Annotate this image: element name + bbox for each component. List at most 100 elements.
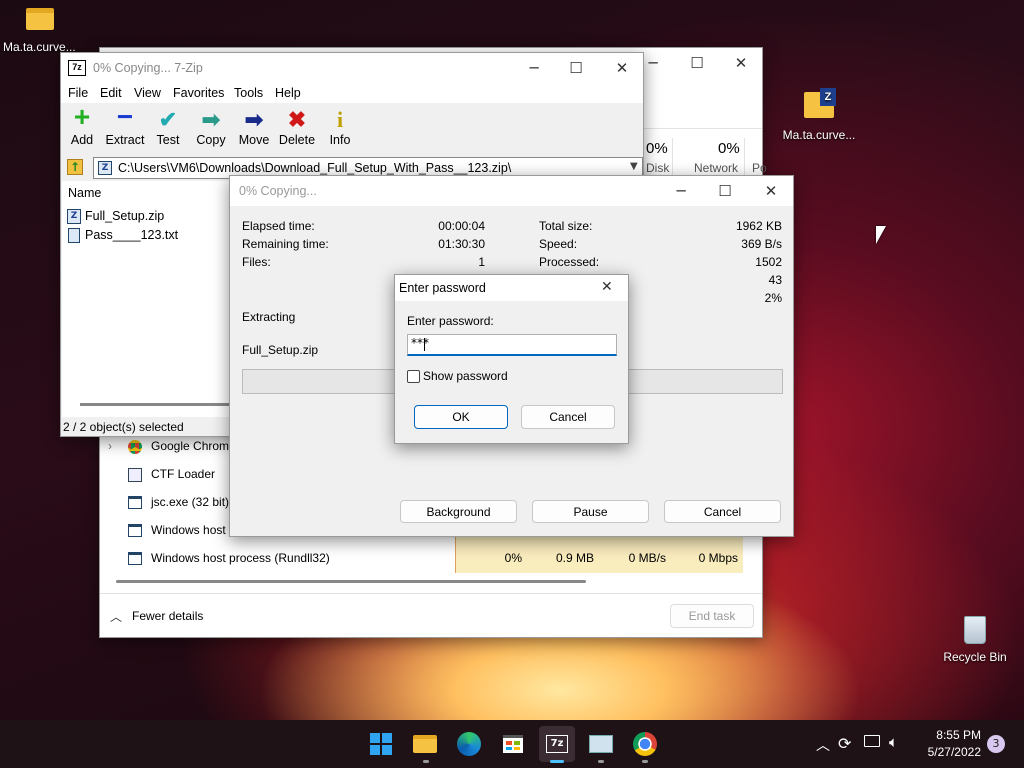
remaining-value: 01:30:30: [438, 237, 485, 251]
copy-button[interactable]: ➡ Copy: [191, 105, 231, 147]
chevron-down-icon[interactable]: ▼: [630, 161, 638, 172]
copy-arrow-icon: ➡: [201, 107, 221, 132]
info-label: Info: [329, 133, 351, 147]
running-indicator: [642, 760, 648, 763]
end-task-button[interactable]: End task: [670, 604, 754, 628]
col-divider: [672, 138, 673, 178]
remaining-label: Remaining time:: [242, 237, 329, 251]
chrome-icon: [633, 732, 657, 756]
file-explorer-icon: [413, 735, 437, 753]
store-icon: [503, 735, 523, 753]
clock-time[interactable]: 8:55 PM: [925, 728, 981, 742]
zip-folder-icon: Z: [804, 88, 836, 118]
test-button[interactable]: ✔ Test: [148, 105, 188, 147]
cancel-button[interactable]: Cancel: [521, 405, 615, 429]
7zip-taskbar-button[interactable]: 7z: [539, 726, 575, 762]
menu-file[interactable]: File: [68, 86, 88, 100]
fewer-details-button[interactable]: ︿ Fewer details: [110, 606, 203, 626]
close-button[interactable]: ✕: [599, 53, 645, 83]
process-row[interactable]: Windows host process (Rundll32) 0% 0.9 M…: [100, 537, 762, 573]
ok-button[interactable]: OK: [414, 405, 508, 429]
copy-label: Copy: [196, 133, 226, 147]
password-input[interactable]: ***: [407, 334, 617, 356]
show-password-checkbox[interactable]: [407, 370, 420, 383]
background-button[interactable]: Background: [400, 500, 517, 523]
edge-button[interactable]: [451, 726, 487, 762]
speed-value: 369 B/s: [741, 237, 782, 251]
delete-x-icon: ✖: [287, 107, 307, 132]
text-cursor: [424, 338, 425, 351]
add-button[interactable]: + Add: [62, 101, 102, 147]
up-folder-icon[interactable]: ↑: [67, 159, 83, 175]
maximize-button[interactable]: ☐: [702, 176, 748, 206]
store-button[interactable]: [495, 726, 531, 762]
tray-chevron-up-icon[interactable]: ︿: [816, 735, 830, 755]
cancel-button[interactable]: Cancel: [664, 500, 781, 523]
recycle-bin[interactable]: Recycle Bin: [940, 616, 1010, 664]
notification-badge[interactable]: 3: [987, 735, 1005, 753]
total-size-label: Total size:: [539, 219, 593, 233]
move-label: Move: [238, 133, 270, 147]
desktop-archive-label: Ma.ta.curve...: [782, 128, 856, 142]
disk-value: 0 MB/s: [628, 551, 666, 565]
pause-button[interactable]: Pause: [532, 500, 649, 523]
list-item[interactable]: Pass____123.txt: [67, 226, 178, 244]
memory-value: 0.9 MB: [555, 551, 594, 565]
processed-label: Processed:: [539, 255, 600, 269]
name-column-header[interactable]: Name: [68, 186, 101, 200]
show-password-label[interactable]: Show password: [423, 369, 508, 383]
maximize-button[interactable]: ☐: [553, 53, 599, 83]
edge-icon: [457, 732, 481, 756]
menu-help[interactable]: Help: [275, 86, 301, 100]
minimize-button[interactable]: ─: [658, 176, 704, 206]
volume-icon[interactable]: 🔈︎: [889, 733, 898, 751]
delete-button[interactable]: ✖ Delete: [277, 105, 317, 147]
close-button[interactable]: ✕: [748, 176, 794, 206]
fewer-details-label: Fewer details: [132, 609, 204, 623]
close-icon[interactable]: ✕: [601, 279, 613, 295]
zip-file-icon: Z: [98, 161, 112, 175]
process-name: CTF Loader: [151, 467, 216, 481]
chrome-button[interactable]: [627, 726, 663, 762]
menu-favorites[interactable]: Favorites: [173, 86, 224, 100]
desktop-archive-icon[interactable]: Z Ma.ta.curve...: [778, 88, 860, 142]
horizontal-scrollbar[interactable]: [80, 403, 230, 406]
disk-percent: 0%: [646, 140, 668, 157]
horizontal-scrollbar[interactable]: [116, 580, 586, 583]
folder-icon: [26, 8, 54, 30]
clock-date[interactable]: 5/27/2022: [915, 745, 981, 759]
7zip-icon: 7z: [546, 735, 568, 753]
info-button[interactable]: i Info: [320, 105, 360, 147]
running-indicator: [550, 760, 564, 763]
speed-label: Speed:: [539, 237, 578, 251]
start-button[interactable]: [363, 726, 399, 762]
windows-logo-icon: [370, 733, 392, 755]
check-icon: ✔: [158, 107, 178, 132]
move-button[interactable]: ➡ Move: [234, 105, 274, 147]
minimize-button[interactable]: ─: [511, 53, 557, 83]
action-label: Extracting: [242, 310, 296, 324]
desktop-folder-icon[interactable]: Ma.ta.curve...: [0, 8, 80, 54]
extract-button[interactable]: − Extract: [105, 101, 145, 147]
plus-icon: +: [73, 101, 91, 132]
network-column-header[interactable]: Network: [694, 161, 738, 175]
file-explorer-button[interactable]: [407, 726, 443, 762]
menu-view[interactable]: View: [134, 86, 161, 100]
expand-chevron-icon[interactable]: ›: [108, 439, 112, 453]
close-button[interactable]: ✕: [718, 48, 764, 78]
sync-icon[interactable]: ⟳: [838, 734, 851, 753]
disk-column-header[interactable]: Disk: [646, 161, 669, 175]
menu-tools[interactable]: Tools: [234, 86, 263, 100]
file-list: Name Z Full_Setup.zip Pass____123.txt: [62, 181, 232, 417]
task-manager-button[interactable]: [583, 726, 619, 762]
col-divider: [744, 138, 745, 178]
menu-bar: File Edit View Favorites Tools Help: [61, 83, 643, 103]
add-label: Add: [70, 133, 94, 147]
menu-edit[interactable]: Edit: [100, 86, 122, 100]
network-icon[interactable]: [864, 735, 880, 747]
status-bar: 2 / 2 object(s) selected: [63, 420, 184, 434]
list-item[interactable]: Z Full_Setup.zip: [67, 207, 164, 225]
power-column-header[interactable]: Po: [752, 161, 767, 175]
maximize-button[interactable]: ☐: [674, 48, 720, 78]
recycle-bin-icon: [964, 616, 986, 644]
